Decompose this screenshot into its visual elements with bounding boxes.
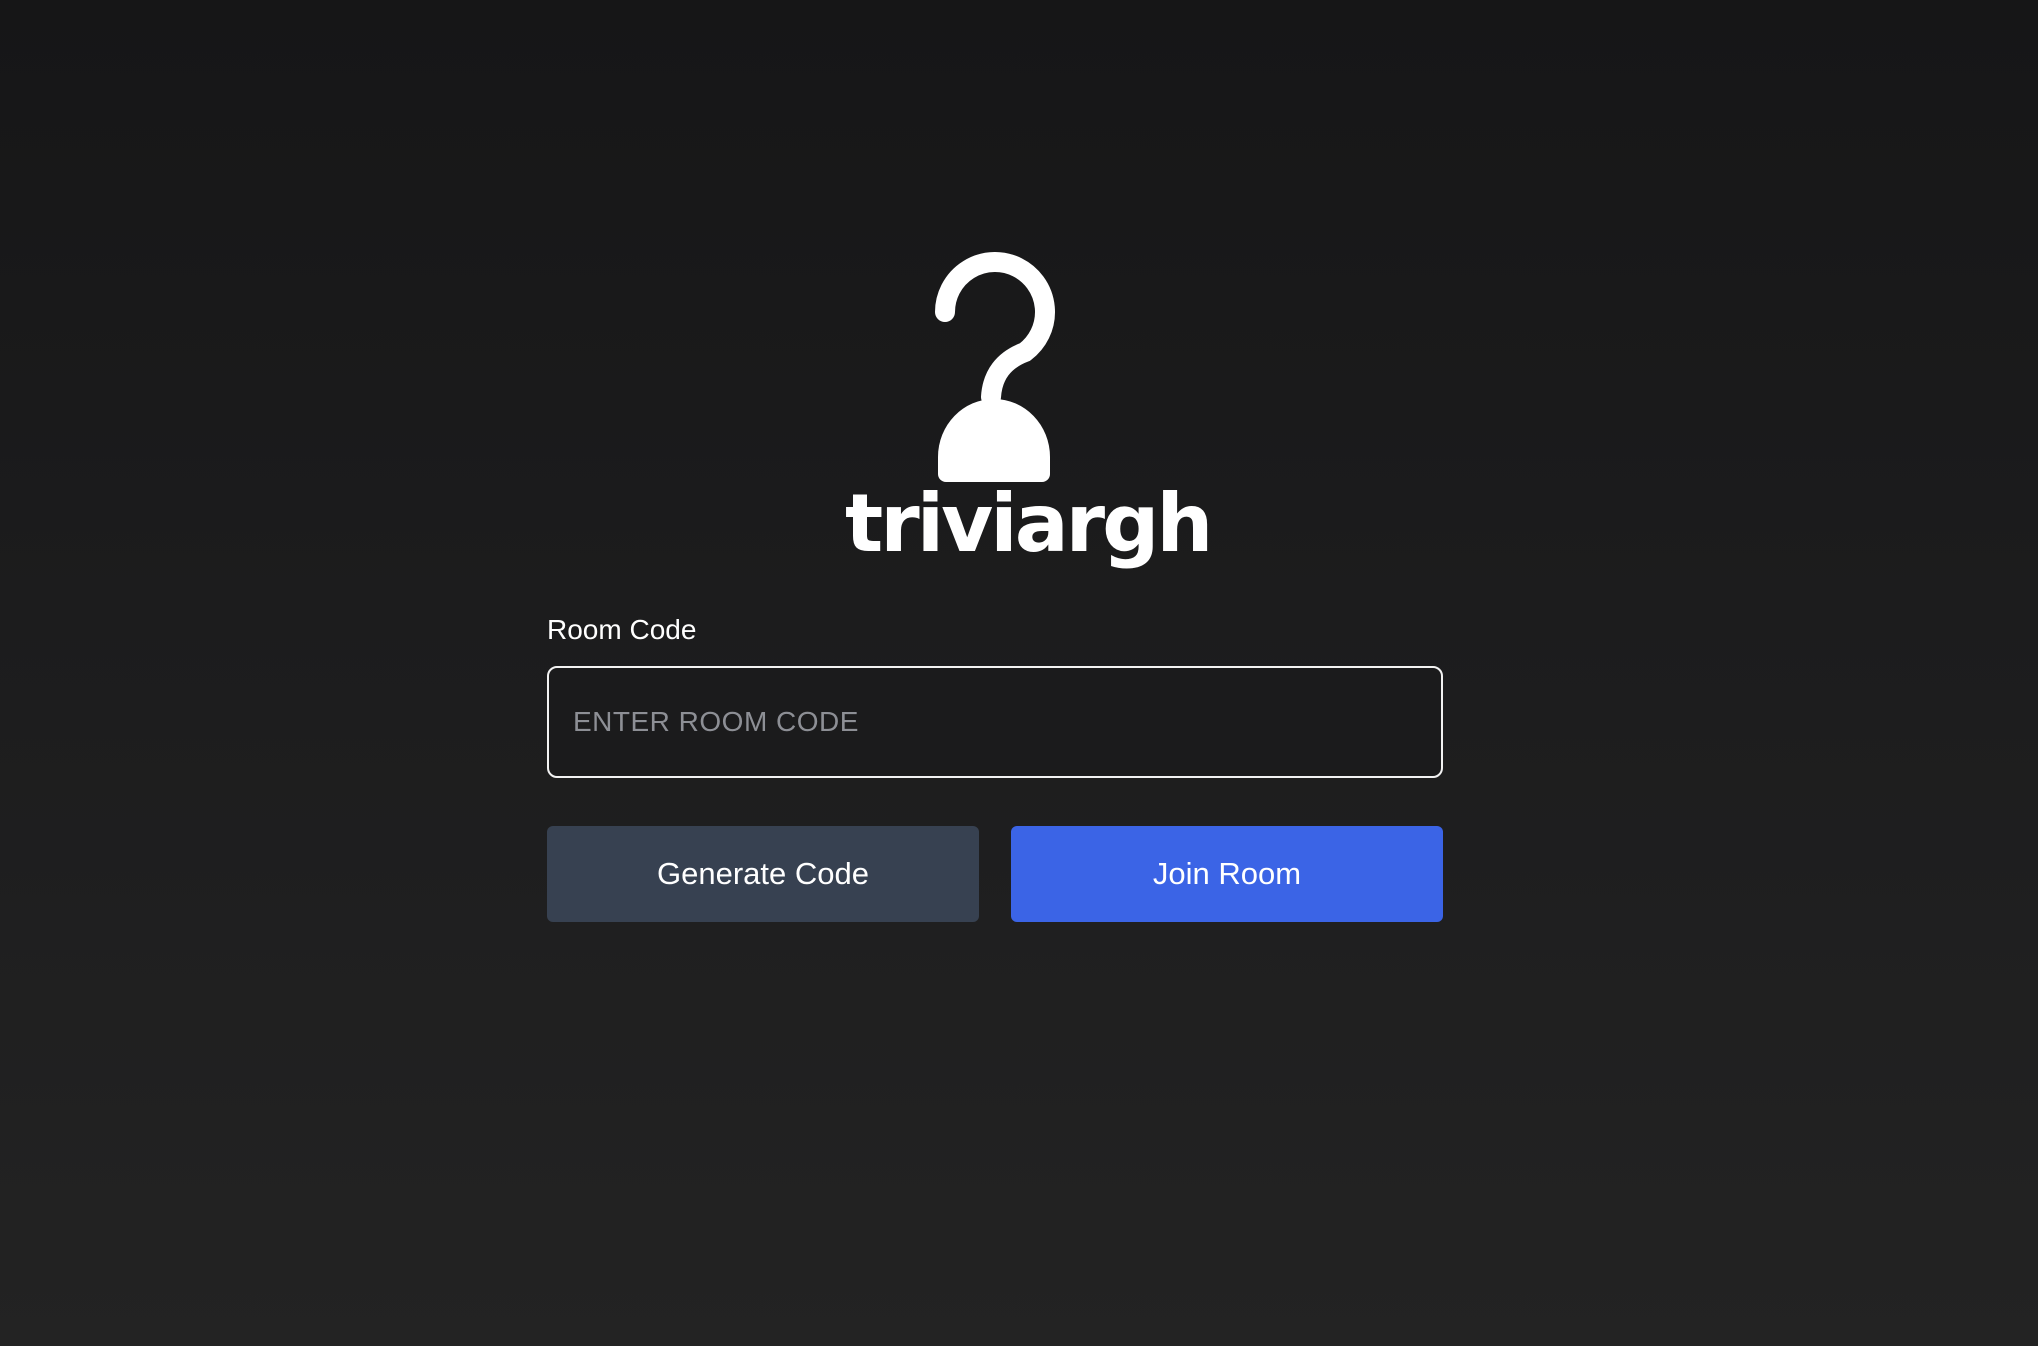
hook-question-icon — [935, 252, 1055, 482]
join-room-form: Room Code Generate Code Join Room — [547, 612, 1443, 922]
room-code-label: Room Code — [547, 614, 697, 645]
action-buttons: Generate Code Join Room — [547, 826, 1443, 922]
generate-code-button[interactable]: Generate Code — [547, 826, 979, 922]
room-code-input[interactable] — [547, 666, 1443, 778]
join-room-button[interactable]: Join Room — [1011, 826, 1443, 922]
app-logo: triviargh — [845, 252, 1213, 577]
app-wordmark: triviargh — [845, 477, 1213, 570]
